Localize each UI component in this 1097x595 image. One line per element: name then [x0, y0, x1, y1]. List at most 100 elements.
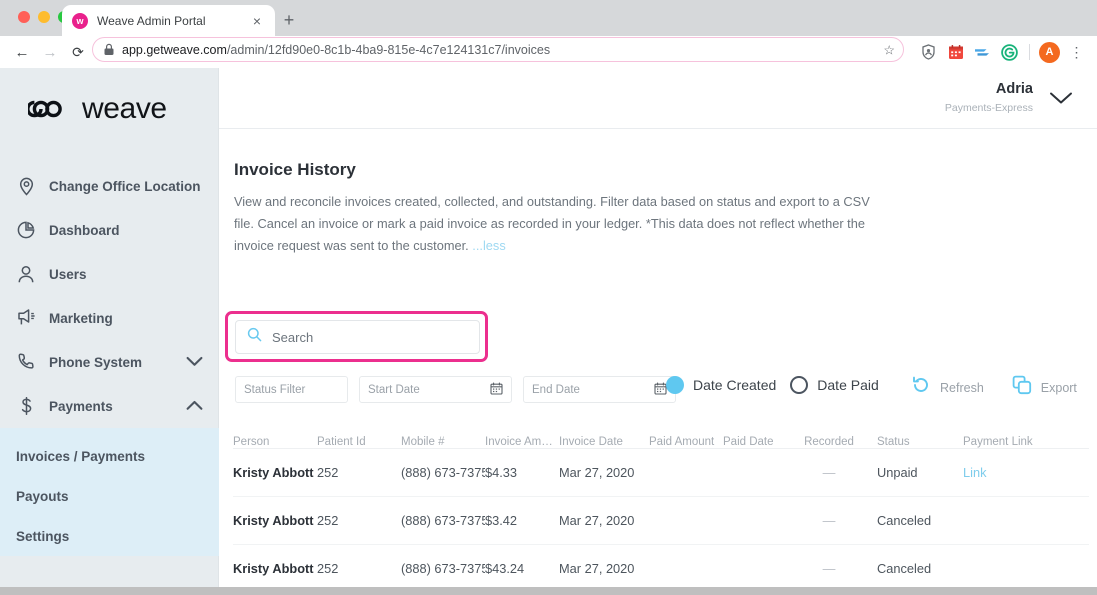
status-filter-placeholder: Status Filter	[244, 383, 306, 396]
sidebar-item-dashboard[interactable]: Dashboard	[0, 208, 219, 252]
sidebar-item-settings[interactable]: Settings	[0, 516, 219, 556]
weave-logo[interactable]: weave	[28, 94, 167, 124]
cell-mobile: (888) 673-7375	[401, 513, 485, 528]
cell-invoice-date: Mar 27, 2020	[559, 513, 635, 528]
account-switcher[interactable]: Adria Payments-Express	[945, 80, 1033, 114]
cell-invoice-date: Mar 27, 2020	[559, 465, 635, 480]
table-row[interactable]: Kristy Abbott 252 (888) 673-7375 $3.42 M…	[233, 497, 1089, 545]
chevron-down-icon[interactable]	[186, 355, 203, 370]
filter-row: Status Filter Start Date End Date	[235, 376, 676, 403]
column-header-mobile[interactable]: Mobile #	[401, 436, 485, 448]
sidebar-item-change-office-location[interactable]: Change Office Location	[0, 164, 219, 208]
show-less-link[interactable]: ...less	[472, 238, 505, 253]
browser-menu-button[interactable]: ⋮	[1063, 36, 1090, 68]
shield-icon[interactable]	[915, 36, 942, 68]
column-header-invoice-amount[interactable]: Invoice Amo...	[485, 436, 559, 448]
table-row[interactable]: Kristy Abbott 252 (888) 673-7375 $4.33 M…	[233, 449, 1089, 497]
cell-patient-id: 252	[317, 465, 339, 480]
column-header-patient-id[interactable]: Patient Id	[317, 436, 401, 448]
cell-invoice-amount: $43.24	[485, 561, 525, 576]
weave-logo-icon	[28, 100, 62, 118]
status-filter-select[interactable]: Status Filter	[235, 376, 348, 403]
account-chevron-down-icon[interactable]	[1049, 91, 1073, 110]
sidebar-item-marketing[interactable]: Marketing	[0, 296, 219, 340]
back-button[interactable]: ←	[8, 45, 36, 60]
dollar-sign-icon	[14, 396, 38, 416]
sidebar-nav: Change Office Location Dashboard Users M…	[0, 164, 219, 556]
calendar-icon[interactable]	[942, 36, 969, 68]
cell-person: Kristy Abbott	[233, 513, 314, 528]
sidebar-item-label: Marketing	[49, 310, 113, 326]
payment-link[interactable]: Link	[963, 465, 986, 480]
refresh-button[interactable]: Refresh	[911, 375, 984, 400]
bookmark-star-icon[interactable]: ☆	[883, 43, 895, 56]
cell-invoice-amount: $4.33	[485, 465, 518, 480]
kebab-icon: ⋮	[1069, 44, 1084, 60]
sidebar-item-payments[interactable]: Payments	[0, 384, 219, 428]
minimize-window-button[interactable]	[38, 11, 50, 23]
refresh-label: Refresh	[940, 380, 984, 395]
browser-window: w Weave Admin Portal × + ← → ⟳ app.getwe…	[0, 0, 1097, 595]
table-actions: Refresh Export	[911, 375, 1097, 400]
profile-avatar[interactable]: A	[1036, 36, 1063, 68]
sidebar-item-phone-system[interactable]: Phone System	[0, 340, 219, 384]
column-header-paid-date[interactable]: Paid Date	[723, 436, 787, 448]
end-date-input[interactable]: End Date	[523, 376, 676, 403]
cell-status: Canceled	[877, 561, 932, 576]
page-title: Invoice History	[234, 160, 356, 179]
export-button[interactable]: Export	[1012, 375, 1077, 400]
pie-chart-icon	[14, 221, 38, 239]
app-viewport: weave Change Office Location Dashboard U…	[0, 68, 1097, 587]
calendar-icon[interactable]	[490, 381, 503, 398]
browser-tab[interactable]: w Weave Admin Portal ×	[62, 5, 275, 36]
chevron-up-icon[interactable]	[186, 399, 203, 414]
close-window-button[interactable]	[18, 11, 30, 23]
sidebar-item-invoices-payments[interactable]: Invoices / Payments	[0, 436, 219, 476]
cell-invoice-amount: $3.42	[485, 513, 518, 528]
search-input[interactable]: Search	[235, 320, 480, 354]
sidebar-item-users[interactable]: Users	[0, 252, 219, 296]
search-placeholder: Search	[272, 329, 314, 345]
radio-unselected-icon	[790, 376, 809, 394]
new-tab-button[interactable]: +	[280, 11, 298, 29]
sidebar-item-label: Users	[49, 266, 87, 282]
column-header-payment-link[interactable]: Payment Link	[963, 436, 1043, 448]
forward-button[interactable]: →	[36, 45, 64, 60]
weave-logo-text: weave	[82, 92, 167, 125]
grammarly-icon[interactable]	[996, 36, 1023, 68]
close-tab-icon[interactable]: ×	[249, 14, 265, 28]
column-header-person[interactable]: Person	[233, 436, 317, 448]
url-domain: app.getweave.com	[122, 42, 227, 57]
person-icon	[14, 265, 38, 284]
page-description: View and reconcile invoices created, col…	[234, 191, 874, 257]
cell-mobile: (888) 673-7375	[401, 561, 485, 576]
invoice-table: Person Patient Id Mobile # Invoice Amo..…	[233, 424, 1089, 587]
radio-selected-icon	[666, 376, 684, 394]
start-date-input[interactable]: Start Date	[359, 376, 512, 403]
radio-date-paid[interactable]: Date Paid	[790, 376, 879, 394]
sidebar-item-payouts[interactable]: Payouts	[0, 476, 219, 516]
column-header-recorded[interactable]: Recorded	[787, 436, 877, 448]
reload-button[interactable]: ⟳	[64, 45, 92, 59]
column-header-status[interactable]: Status	[877, 436, 963, 448]
column-header-invoice-date[interactable]: Invoice Date	[559, 436, 649, 448]
cell-person: Kristy Abbott	[233, 561, 314, 576]
table-header-row: Person Patient Id Mobile # Invoice Amo..…	[233, 424, 1089, 449]
address-bar[interactable]: app.getweave.com/admin/12fd90e0-8c1b-4ba…	[92, 37, 904, 62]
payments-submenu: Invoices / Payments Payouts Settings	[0, 428, 219, 556]
column-header-paid-amount[interactable]: Paid Amount	[649, 436, 723, 448]
table-row[interactable]: Kristy Abbott 252 (888) 673-7375 $43.24 …	[233, 545, 1089, 587]
sidebar-item-label: Payments	[49, 398, 113, 414]
account-subtitle: Payments-Express	[944, 102, 1033, 115]
url-path: /admin/12fd90e0-8c1b-4ba9-815e-4c7e12413…	[226, 42, 551, 57]
cell-status: Canceled	[877, 513, 932, 528]
cell-recorded: —	[822, 465, 836, 480]
end-date-placeholder: End Date	[532, 383, 580, 396]
cell-payment-link[interactable]: Link	[963, 465, 1043, 480]
send-icon[interactable]	[969, 36, 996, 68]
date-type-toggle: Date Created Date Paid	[666, 376, 893, 394]
cell-invoice-date: Mar 27, 2020	[559, 561, 635, 576]
radio-date-created[interactable]: Date Created	[666, 376, 776, 394]
sidebar: weave Change Office Location Dashboard U…	[0, 68, 219, 587]
cell-recorded: —	[822, 513, 836, 528]
